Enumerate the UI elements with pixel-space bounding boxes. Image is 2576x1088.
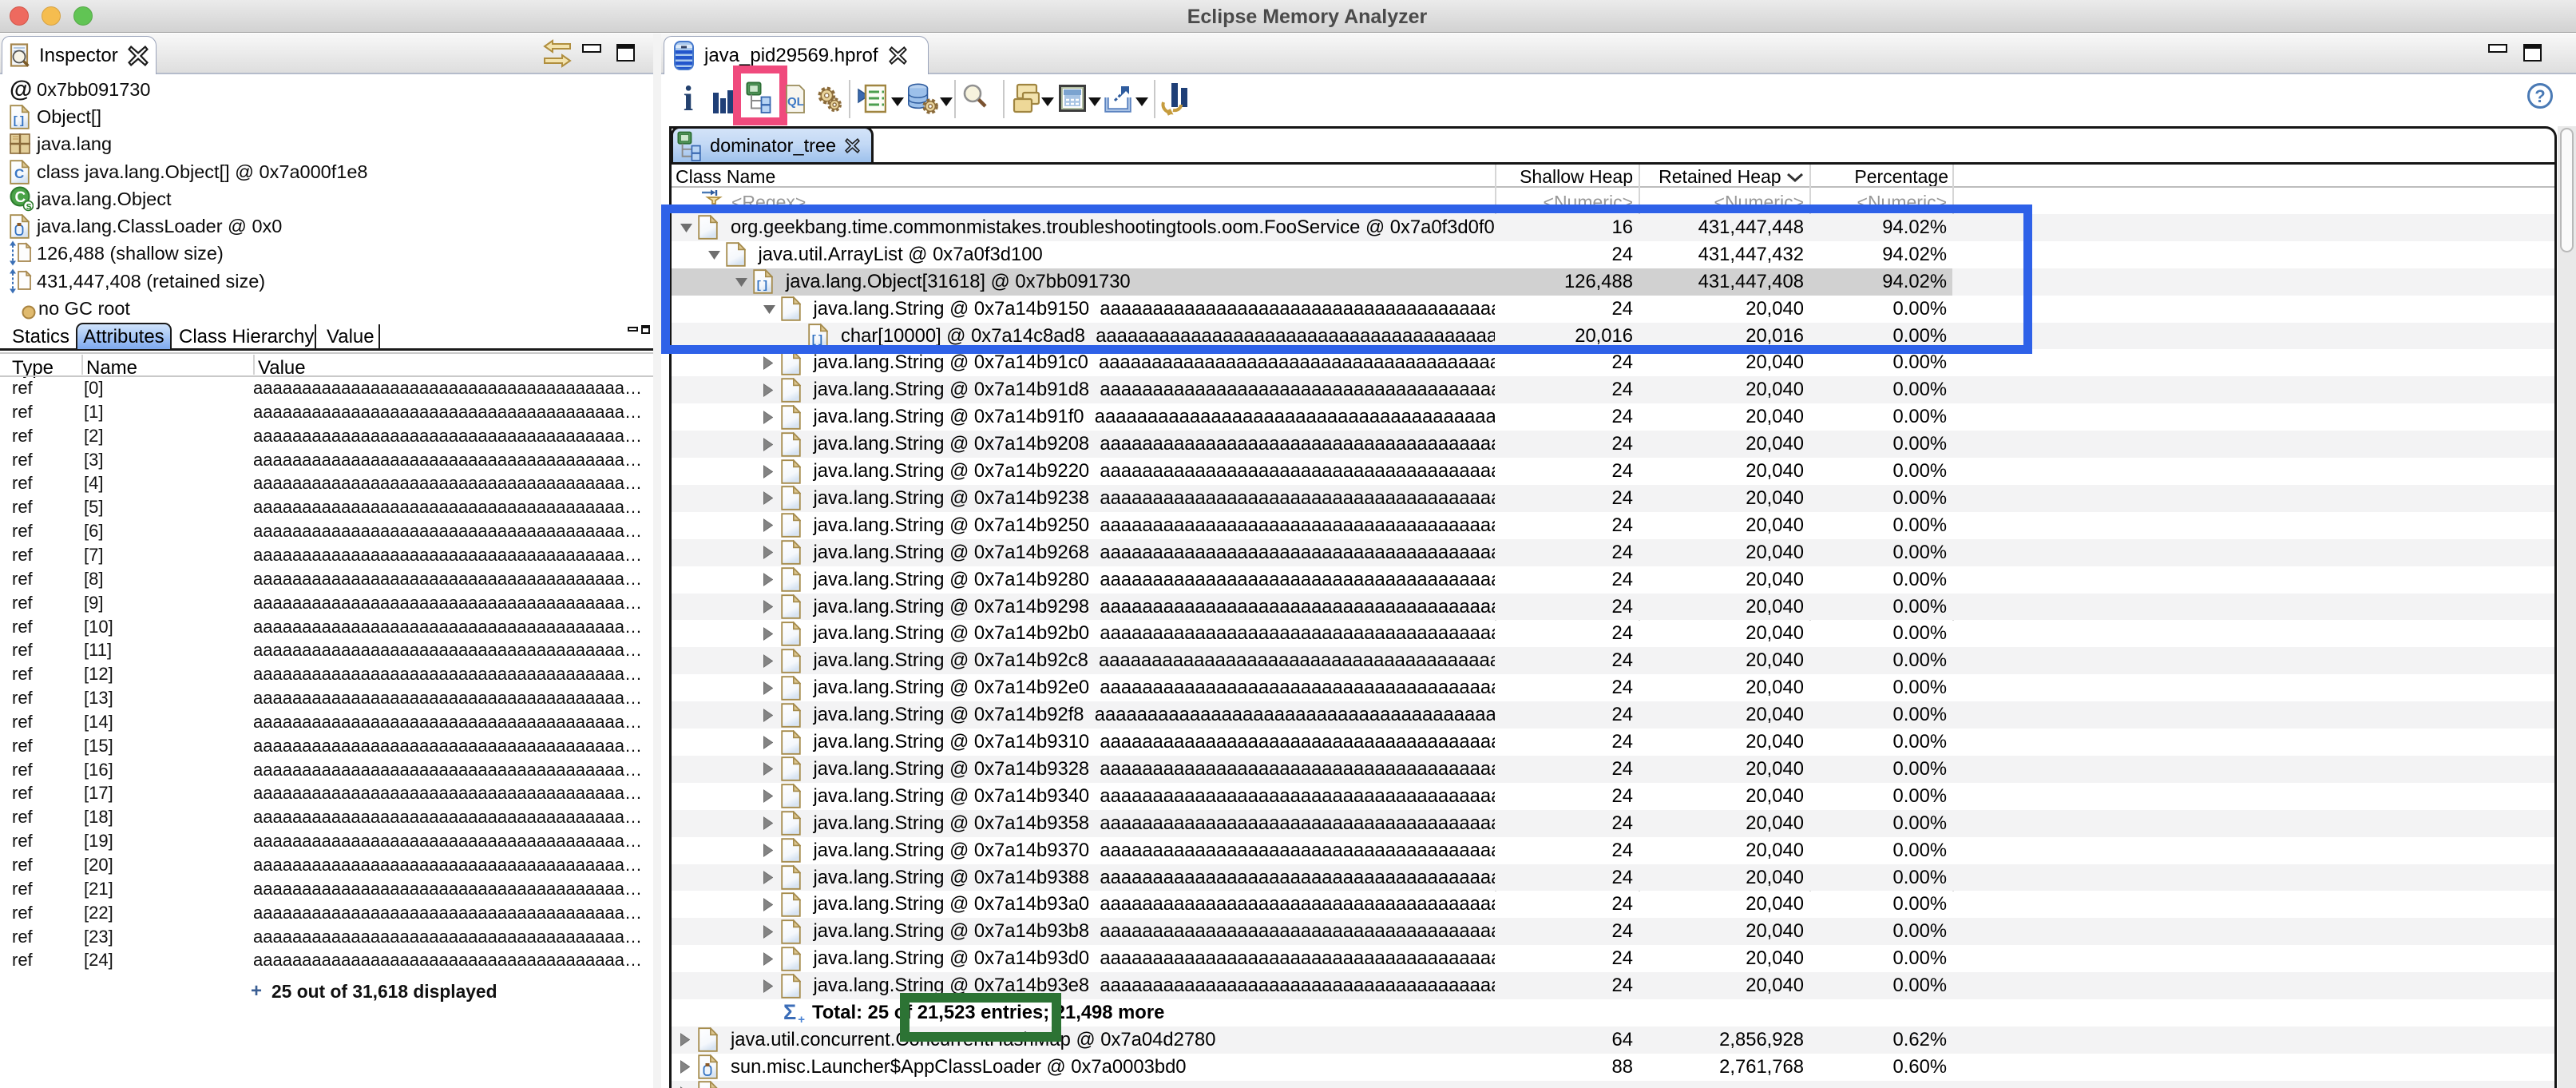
svg-text:C: C [14,166,24,181]
svg-text:[]: [] [12,115,26,128]
svg-text:s: s [26,200,32,212]
svg-text:QL: QL [787,95,804,109]
